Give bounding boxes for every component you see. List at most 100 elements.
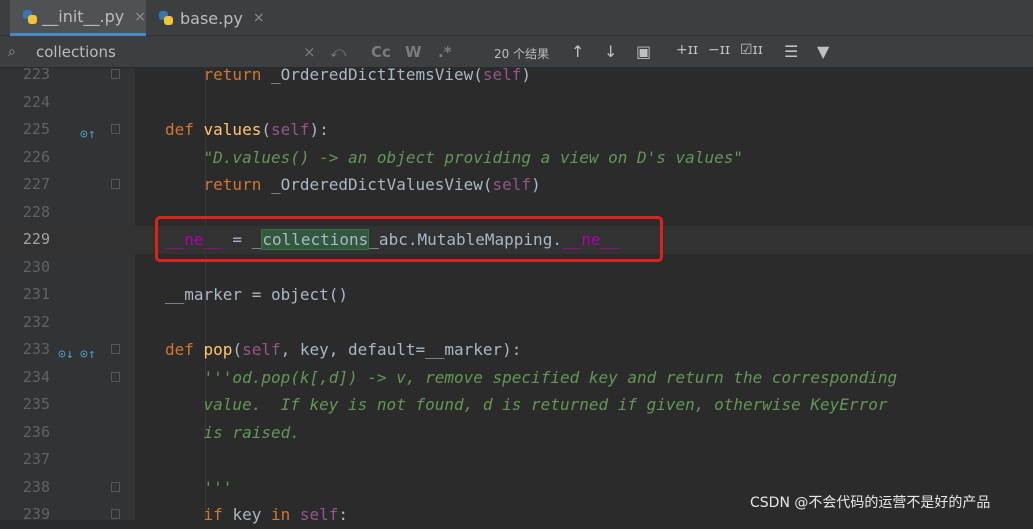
- line-number: 232: [22, 312, 50, 331]
- fold-marker-icon[interactable]: [111, 69, 120, 79]
- python-file-icon: [22, 9, 37, 25]
- match-case-toggle[interactable]: Cc: [371, 43, 391, 61]
- code-token: key: [232, 505, 271, 524]
- line-number: 237: [22, 450, 50, 468]
- code-text: return _OrderedDictItemsView(self): [165, 61, 532, 89]
- code-token: (: [261, 120, 271, 139]
- code-line[interactable]: 225 ⊙↑ def values(self):: [0, 116, 1033, 144]
- code-token: '''od.pop(k[,d]) -> v, remove specified …: [165, 367, 898, 387]
- code-text: def values(self):: [165, 116, 329, 144]
- line-number: 236: [22, 422, 50, 441]
- code-text: def pop(self, key, default=__marker):: [165, 336, 521, 364]
- code-line[interactable]: 237: [0, 446, 1033, 474]
- line-number: 223: [22, 65, 50, 83]
- code-token: def: [165, 120, 204, 139]
- add-occurrence-icon[interactable]: +ɪɪ: [676, 42, 698, 58]
- search-icon: ⌕: [8, 44, 16, 60]
- select-all-occurrences-icon[interactable]: ☑ɪɪ: [740, 42, 763, 58]
- select-all-icon[interactable]: ▣: [636, 42, 651, 61]
- code-line[interactable]: 234 '''od.pop(k[,d]) -> v, remove specif…: [0, 364, 1033, 392]
- code-line[interactable]: 227 return _OrderedDictValuesView(self): [0, 171, 1033, 199]
- watermark: CSDN @不会代码的运营不是好的产品: [750, 495, 991, 511]
- code-token: _OrderedDictItemsView(: [270, 65, 483, 84]
- code-text: ''': [165, 474, 233, 502]
- code-token: return: [165, 65, 271, 84]
- code-text: return _OrderedDictValuesView(self): [165, 171, 541, 199]
- line-number: 234: [22, 367, 50, 386]
- remove-occurrence-icon[interactable]: −ɪɪ: [708, 42, 730, 58]
- code-token: _OrderedDictValuesView(: [270, 175, 493, 194]
- code-line[interactable]: 224: [0, 89, 1033, 117]
- fold-marker-icon[interactable]: [111, 509, 120, 519]
- code-line[interactable]: 226 "D.values() -> an object providing a…: [0, 144, 1033, 172]
- search-results-count: 20 个结果: [494, 47, 550, 61]
- code-token: self: [299, 505, 339, 524]
- code-token: __marker = object(): [165, 285, 349, 304]
- line-number: 235: [22, 395, 50, 413]
- code-line[interactable]: 235 value. If key is not found, d is ret…: [0, 391, 1033, 419]
- code-line[interactable]: 232: [0, 309, 1033, 337]
- regex-toggle[interactable]: .*: [438, 43, 452, 61]
- code-token: self: [242, 340, 281, 359]
- fold-marker-icon[interactable]: [111, 481, 120, 492]
- code-line[interactable]: 223 return _OrderedDictItemsView(self): [0, 61, 1033, 89]
- fold-marker-icon[interactable]: [111, 124, 120, 134]
- code-token: ''': [165, 477, 233, 497]
- code-token: ):: [309, 120, 329, 139]
- code-token: :: [338, 505, 349, 524]
- code-line[interactable]: 236 is raised.: [0, 419, 1033, 447]
- fold-marker-icon[interactable]: [111, 179, 120, 189]
- clear-search-icon[interactable]: ×: [303, 43, 316, 61]
- code-token: self: [270, 120, 310, 139]
- code-text: value. If key is not found, d is returne…: [165, 391, 888, 419]
- code-text: __marker = object(): [165, 281, 348, 309]
- previous-occurrence-icon[interactable]: ↑: [571, 42, 584, 61]
- code-token: (: [232, 340, 243, 359]
- next-occurrence-icon[interactable]: ↓: [604, 42, 617, 61]
- fold-marker-icon[interactable]: [111, 371, 120, 382]
- line-number: 233: [22, 340, 50, 358]
- code-token: if: [165, 505, 233, 524]
- tab-label: base.py: [180, 8, 243, 28]
- code-line[interactable]: 231 __marker = object(): [0, 281, 1033, 309]
- line-number: 238: [22, 477, 50, 496]
- fold-marker-icon[interactable]: [111, 344, 120, 354]
- highlight-annotation-box: [155, 216, 663, 262]
- code-token: ): [521, 65, 532, 84]
- code-text: if key in self:: [165, 501, 349, 529]
- line-number: 239: [22, 505, 50, 523]
- code-token: self: [492, 175, 532, 194]
- code-token: value. If key is not found, d is returne…: [165, 395, 888, 414]
- tab-base-py[interactable]: base.py ×: [152, 0, 270, 36]
- code-token: values: [203, 120, 262, 139]
- line-number: 231: [22, 285, 50, 303]
- line-number: 225: [22, 120, 50, 138]
- line-number: 224: [22, 92, 50, 111]
- code-text: '''od.pop(k[,d]) -> v, remove specified …: [165, 364, 898, 392]
- line-number: 226: [22, 147, 50, 166]
- code-token: pop: [203, 340, 233, 359]
- code-token: ): [531, 175, 541, 194]
- code-token: , key, default=__marker):: [280, 340, 522, 359]
- filter-options-icon[interactable]: ☰: [784, 42, 798, 61]
- code-token: "D.values() -> an object providing a vie…: [165, 147, 743, 167]
- line-number: 227: [22, 175, 50, 193]
- editor-tab-bar: __init__.py × base.py ×: [0, 0, 1033, 36]
- python-file-icon: [158, 10, 174, 26]
- code-line[interactable]: 233 ⊙↑ ⊙↓ def pop(self, key, default=__mark…: [0, 336, 1033, 364]
- code-text: is raised.: [165, 419, 300, 447]
- words-toggle[interactable]: W: [405, 43, 422, 61]
- code-token: in: [270, 505, 300, 524]
- code-token: is raised.: [165, 422, 300, 442]
- replace-icon[interactable]: ⤺: [330, 43, 346, 61]
- code-token: def: [165, 340, 204, 359]
- code-token: self: [482, 65, 522, 84]
- line-number: 230: [22, 257, 50, 276]
- close-tab-icon[interactable]: ×: [134, 9, 146, 25]
- line-number: 229: [22, 230, 50, 248]
- tab-init-py[interactable]: __init__.py ×: [10, 0, 146, 36]
- filter-icon[interactable]: ▼: [817, 42, 829, 61]
- close-tab-icon[interactable]: ×: [253, 10, 265, 26]
- search-input[interactable]: collections: [36, 43, 116, 61]
- code-text: "D.values() -> an object providing a vie…: [165, 144, 743, 172]
